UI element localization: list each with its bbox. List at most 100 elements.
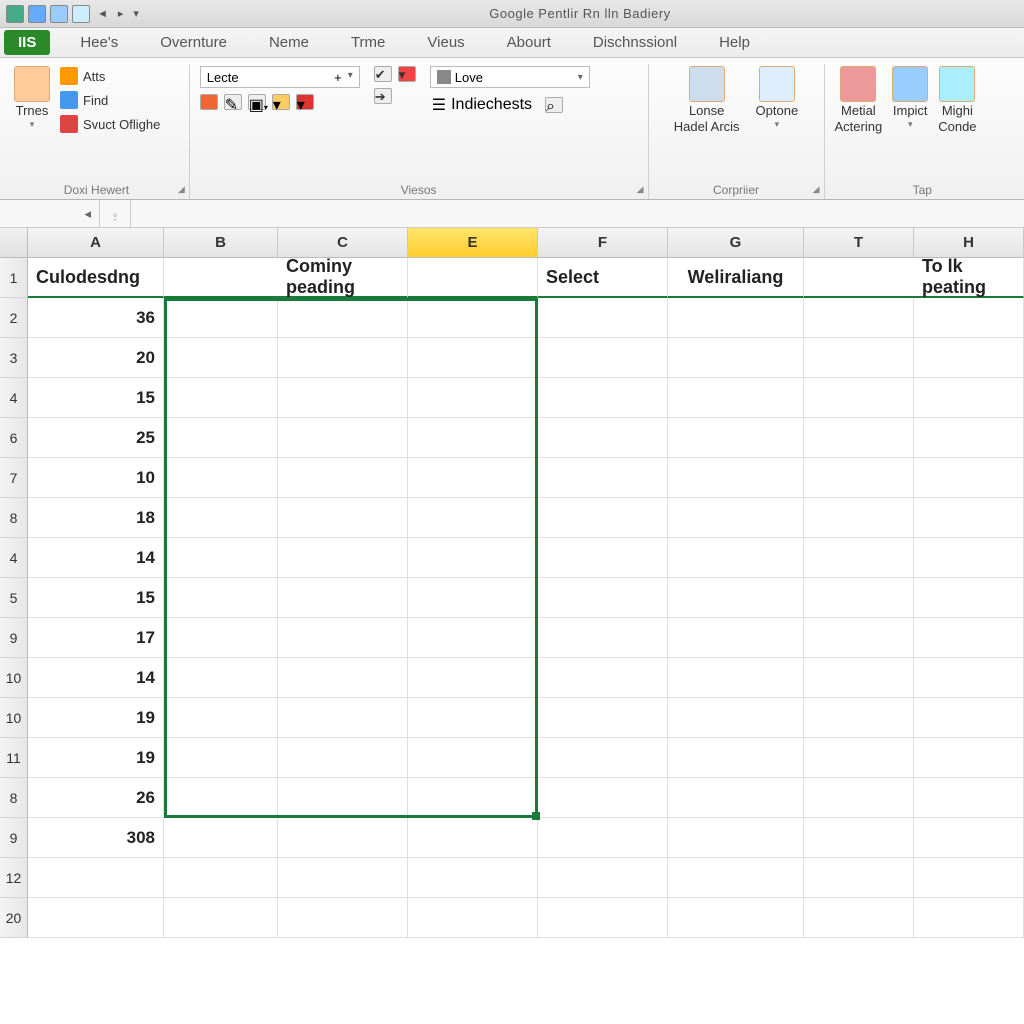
search-small-icon[interactable]: ⌕: [545, 97, 563, 113]
cell[interactable]: [278, 818, 408, 858]
tab-iis[interactable]: IIS: [4, 30, 50, 55]
cell[interactable]: [804, 378, 914, 418]
cell[interactable]: [668, 658, 804, 698]
row-header[interactable]: 8: [0, 778, 28, 818]
tab-help[interactable]: Help: [707, 31, 762, 54]
cell[interactable]: 14: [28, 658, 164, 698]
cell[interactable]: [914, 578, 1024, 618]
cell[interactable]: [28, 898, 164, 938]
cell[interactable]: [538, 338, 668, 378]
lonse-button[interactable]: Lonse Hadel Arcis: [674, 66, 740, 135]
qat-dropdown-icon[interactable]: ▾: [130, 7, 142, 20]
cell[interactable]: [164, 778, 278, 818]
cell[interactable]: [668, 778, 804, 818]
cell[interactable]: [914, 378, 1024, 418]
cell[interactable]: Cominy peading: [278, 258, 408, 298]
lecte-combo[interactable]: Lecte+▾: [200, 66, 360, 88]
cell[interactable]: [164, 658, 278, 698]
text-color-icon[interactable]: ▾: [296, 94, 314, 110]
cell[interactable]: 15: [28, 378, 164, 418]
cell[interactable]: 26: [28, 778, 164, 818]
tab-vieus[interactable]: Vieus: [415, 31, 476, 54]
row-header[interactable]: 10: [0, 658, 28, 698]
cell[interactable]: [914, 338, 1024, 378]
cell[interactable]: [914, 898, 1024, 938]
cell[interactable]: [408, 298, 538, 338]
cell[interactable]: [804, 298, 914, 338]
cell[interactable]: 308: [28, 818, 164, 858]
col-E[interactable]: E: [408, 228, 538, 258]
cell[interactable]: [804, 898, 914, 938]
cell[interactable]: [278, 418, 408, 458]
metial-button[interactable]: Metial Actering: [835, 66, 883, 135]
cell[interactable]: [408, 738, 538, 778]
qat-fwd-icon[interactable]: ▸: [115, 7, 127, 20]
love-combo[interactable]: Love ▾: [430, 66, 590, 88]
arrow-right-icon[interactable]: ➔: [374, 88, 392, 104]
fx-icon[interactable]: ⍛: [100, 206, 130, 222]
cell[interactable]: [914, 538, 1024, 578]
cell[interactable]: [408, 898, 538, 938]
cell[interactable]: [278, 338, 408, 378]
cell[interactable]: [408, 498, 538, 538]
qat-back-icon[interactable]: ◄: [94, 8, 111, 20]
col-G[interactable]: G: [668, 228, 804, 258]
cell[interactable]: [668, 738, 804, 778]
cell[interactable]: 36: [28, 298, 164, 338]
qat-icon-1[interactable]: [6, 5, 24, 23]
cell[interactable]: [538, 578, 668, 618]
cell[interactable]: [408, 698, 538, 738]
cell[interactable]: [278, 618, 408, 658]
trnes-icon[interactable]: [14, 66, 50, 102]
cell[interactable]: [164, 258, 278, 298]
cell[interactable]: [408, 538, 538, 578]
row-header[interactable]: 12: [0, 858, 28, 898]
cell[interactable]: [804, 258, 914, 298]
cell[interactable]: [668, 578, 804, 618]
cell[interactable]: [538, 858, 668, 898]
tab-neme[interactable]: Neme: [257, 31, 321, 54]
qat-icon-2[interactable]: [28, 5, 46, 23]
cell[interactable]: [164, 498, 278, 538]
cell[interactable]: [914, 738, 1024, 778]
cell[interactable]: [408, 458, 538, 498]
col-B[interactable]: B: [164, 228, 278, 258]
cell[interactable]: To lk peating: [914, 258, 1024, 298]
cell[interactable]: [408, 618, 538, 658]
select-all-corner[interactable]: [0, 228, 28, 258]
cell[interactable]: [164, 418, 278, 458]
cell[interactable]: [164, 578, 278, 618]
cell[interactable]: [278, 858, 408, 898]
tab-trme[interactable]: Trme: [339, 31, 397, 54]
row-header[interactable]: 4: [0, 538, 28, 578]
cell[interactable]: Select: [538, 258, 668, 298]
row-header[interactable]: 8: [0, 498, 28, 538]
paint-icon[interactable]: ▾: [398, 66, 416, 82]
col-A[interactable]: A: [28, 228, 164, 258]
cell[interactable]: 19: [28, 738, 164, 778]
cell[interactable]: [28, 858, 164, 898]
cell[interactable]: [538, 738, 668, 778]
cell[interactable]: [278, 458, 408, 498]
cell[interactable]: [668, 538, 804, 578]
border-icon[interactable]: ✎: [224, 94, 242, 110]
row-header[interactable]: 4: [0, 378, 28, 418]
cell[interactable]: [914, 818, 1024, 858]
cell[interactable]: [914, 858, 1024, 898]
row-header[interactable]: 2: [0, 298, 28, 338]
svuct-button[interactable]: Svuct Oflighe: [58, 114, 162, 134]
cell[interactable]: [914, 658, 1024, 698]
cell[interactable]: [538, 298, 668, 338]
cell[interactable]: [668, 818, 804, 858]
qat-icon-3[interactable]: [50, 5, 68, 23]
cell[interactable]: [164, 538, 278, 578]
cell[interactable]: [538, 618, 668, 658]
row-header[interactable]: 9: [0, 618, 28, 658]
qat-icon-4[interactable]: [72, 5, 90, 23]
cell[interactable]: 10: [28, 458, 164, 498]
cell[interactable]: [164, 738, 278, 778]
cell[interactable]: [164, 618, 278, 658]
cell[interactable]: [278, 658, 408, 698]
cell[interactable]: 15: [28, 578, 164, 618]
cell[interactable]: [278, 298, 408, 338]
